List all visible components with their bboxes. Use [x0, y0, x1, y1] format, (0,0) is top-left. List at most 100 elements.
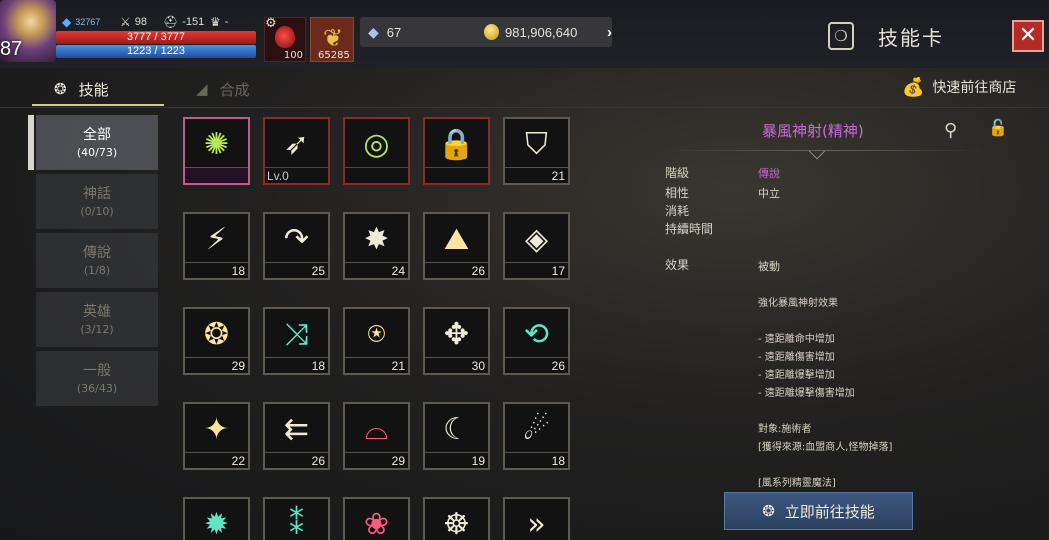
chevron-down-icon: [808, 142, 826, 160]
potion-count: 100: [283, 50, 303, 61]
curved-arrow-icon: ↷: [283, 222, 310, 257]
pink-blossom-icon: ❀: [363, 507, 390, 540]
skill-card-slot[interactable]: ↷ 25: [263, 212, 330, 280]
skill-card-level: 26: [425, 262, 488, 278]
gear-icon[interactable]: ⚙: [265, 16, 277, 31]
skill-card-slot[interactable]: ❂ 29: [183, 307, 250, 375]
skill-card-slot[interactable]: »: [503, 497, 570, 540]
skill-card-slot[interactable]: ✸ 24: [343, 212, 410, 280]
altar-sparkle-icon: ⛰: [443, 222, 470, 257]
skill-card-slot[interactable]: ➶ Lv.0: [263, 117, 330, 185]
category-general[interactable]: 一般 (36/43): [36, 351, 158, 406]
skill-card-level: 30: [425, 357, 488, 373]
diamond-icon: ◆: [368, 23, 379, 40]
attr-key-duration: 持續時間: [665, 222, 714, 236]
description-line: - 遠距離傷害增加: [758, 352, 835, 363]
attr-key-affinity: 相性: [665, 186, 690, 200]
skill-card-level: 25: [265, 262, 328, 278]
category-hero[interactable]: 英雄 (3/12): [36, 292, 158, 347]
splash-wave-icon: ✦: [203, 412, 230, 447]
player-level: 87: [0, 38, 23, 60]
golden-feather-icon: ❦: [323, 24, 344, 52]
swords-icon: ⚔: [120, 15, 131, 29]
skill-card-slot[interactable]: ☸: [423, 497, 490, 540]
skill-card-level: 22: [185, 452, 248, 468]
skill-card-slot[interactable]: ✹: [183, 497, 250, 540]
eagle-eye-icon: ◈: [524, 222, 549, 257]
skill-card-level: 19: [425, 452, 488, 468]
orb-spring-icon: ⍟: [367, 317, 386, 352]
skill-card-level: 26: [265, 452, 328, 468]
stat-defense: ⛑ -151: [163, 15, 205, 29]
attr-key-cost: 消耗: [665, 204, 690, 218]
helmet-icon: ⛑: [163, 15, 179, 29]
goto-skill-button[interactable]: ❂ 立即前往技能: [724, 492, 913, 530]
tab-active-indicator: [32, 104, 164, 106]
description-line: [風系列精靈魔法]: [758, 478, 836, 489]
skill-card-slot[interactable]: ⟲ 26: [503, 307, 570, 375]
skill-card-slot[interactable]: ⚡ 18: [183, 212, 250, 280]
skill-card-slot[interactable]: ◎: [343, 117, 410, 185]
skill-card-level: [345, 167, 408, 183]
description-line: - 遠距離命中增加: [758, 334, 835, 345]
description-line: [獲得來源:血盟商人,怪物掉落]: [758, 442, 893, 453]
currency-expand-button[interactable]: ›: [607, 24, 612, 41]
category-mythic[interactable]: 神話 (0/10): [36, 174, 158, 229]
tab-skills[interactable]: ❂ 技能: [54, 76, 109, 102]
skill-card-level: 29: [185, 357, 248, 373]
search-icon[interactable]: ⚲: [944, 120, 957, 141]
web-wheel-icon: ☸: [443, 507, 470, 540]
skill-card-slot[interactable]: ✥ 30: [423, 307, 490, 375]
skill-card-slot[interactable]: 🔒: [423, 117, 490, 185]
diamond-count: 67: [386, 24, 402, 40]
description-line: - 遠距離爆擊增加: [758, 370, 835, 381]
quick-shop-link[interactable]: 💰 快速前往商店: [902, 74, 1016, 100]
swirl-icon: ❂: [54, 80, 67, 98]
lightning-bolt-icon: ⚡: [205, 222, 228, 257]
tab-bar: ❂ 技能 ◢ 合成 💰 快速前往商店: [0, 68, 1049, 108]
lock-icon[interactable]: 🔓: [988, 118, 1008, 137]
attr-value-affinity: 中立: [758, 187, 780, 200]
category-active-marker: [28, 115, 34, 170]
thorn-wreath-icon: ❂: [203, 317, 230, 352]
skill-card-slot[interactable]: ⌓ 29: [343, 402, 410, 470]
skill-card-slot[interactable]: ☾ 19: [423, 402, 490, 470]
skill-card-level: 17: [505, 262, 568, 278]
feather-slot[interactable]: ❦ 65285: [310, 17, 354, 62]
skill-card-slot[interactable]: ❀: [343, 497, 410, 540]
description-line: 強化暴風神射效果: [758, 298, 838, 309]
skill-card-slot[interactable]: ✦ 22: [183, 402, 250, 470]
skill-card-slot[interactable]: ⛉ 21: [503, 117, 570, 185]
chevron-dash-icon: »: [527, 507, 546, 540]
skill-card-level: 21: [345, 357, 408, 373]
potion-slot[interactable]: ⚙ 100: [264, 16, 306, 62]
skill-card-slot[interactable]: ✺: [183, 117, 250, 185]
skill-card-slot[interactable]: ⇇ 26: [263, 402, 330, 470]
skill-card-slot[interactable]: ⁑: [263, 497, 330, 540]
category-legendary[interactable]: 傳說 (1/8): [36, 233, 158, 288]
skill-card-level: 29: [345, 452, 408, 468]
crossed-slash-icon: ⤨: [284, 317, 309, 352]
crescent-moon-icon: ☾: [443, 412, 470, 447]
pillar-sparks-icon: ⁑: [289, 507, 304, 540]
close-button[interactable]: ✕: [1012, 20, 1044, 52]
skill-card-slot[interactable]: ⍟ 21: [343, 307, 410, 375]
skill-card-slot[interactable]: ⤨ 18: [263, 307, 330, 375]
blade-halo-icon: ✥: [443, 317, 470, 352]
skill-card-level: [425, 167, 488, 183]
category-all[interactable]: 全部 (40/73): [36, 115, 158, 170]
stat-mana-crystal: ◆ 32767: [62, 15, 101, 29]
bat-wing-icon: ⌓: [364, 412, 389, 447]
feather-count: 65285: [318, 50, 350, 61]
skill-card-slot[interactable]: ◈ 17: [503, 212, 570, 280]
nature-burst-icon: ✺: [203, 127, 230, 162]
skill-card-slot[interactable]: ☄ 18: [503, 402, 570, 470]
locked-star-icon: 🔒: [437, 127, 476, 162]
skill-card-level: 26: [505, 357, 568, 373]
skill-detail-title: 暴風神射(精神): [762, 122, 864, 140]
tab-synthesis[interactable]: ◢ 合成: [196, 76, 250, 102]
skill-card-slot[interactable]: ⛰ 26: [423, 212, 490, 280]
hp-bar: 3777 / 3777: [56, 31, 256, 44]
currency-bar: ◆ 67 981,906,640 ›: [360, 17, 612, 47]
attr-value-effect: 被動: [758, 260, 780, 273]
